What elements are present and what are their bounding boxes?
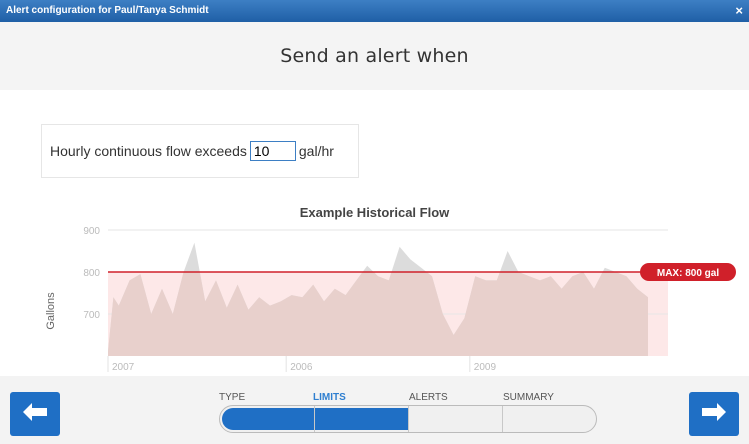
step-alerts[interactable]: ALERTS <box>409 392 448 403</box>
x-tick-label: 2009 <box>474 362 497 373</box>
x-tick-label: 2006 <box>290 362 313 373</box>
progress-fill <box>222 408 408 430</box>
alert-rule-box: Hourly continuous flow exceeds gal/hr <box>41 124 359 178</box>
rule-unit: gal/hr <box>298 143 334 159</box>
close-icon[interactable]: × <box>735 3 743 18</box>
y-tick-label: 900 <box>83 226 100 237</box>
step-type[interactable]: TYPE <box>219 392 245 403</box>
step-limits[interactable]: LIMITS <box>313 392 346 403</box>
flow-chart: 700 800 900 2007 2006 2009 MAX: 800 gal Gallons <box>45 226 736 373</box>
arrow-right-icon <box>702 401 726 427</box>
wizard-progress-bar <box>219 405 597 433</box>
flow-threshold-input[interactable] <box>249 141 296 161</box>
y-axis-label: Gallons <box>45 292 57 330</box>
progress-divider <box>502 406 503 432</box>
header-band: Send an alert when <box>0 22 749 90</box>
rule-label: Hourly continuous flow exceeds <box>50 143 247 159</box>
window-title: Alert configuration for Paul/Tanya Schmi… <box>6 5 209 16</box>
arrow-left-icon <box>23 401 47 427</box>
y-tick-label: 700 <box>83 310 100 321</box>
page-title: Send an alert when <box>280 45 469 67</box>
window-titlebar: Alert configuration for Paul/Tanya Schmi… <box>0 0 749 22</box>
y-tick-label: 800 <box>83 268 100 279</box>
progress-divider <box>408 406 409 432</box>
next-button[interactable] <box>689 392 739 436</box>
previous-button[interactable] <box>10 392 60 436</box>
x-tick-label: 2007 <box>112 362 135 373</box>
progress-divider <box>314 406 315 432</box>
step-summary[interactable]: SUMMARY <box>503 392 554 403</box>
max-badge-label: MAX: 800 gal <box>657 268 719 279</box>
